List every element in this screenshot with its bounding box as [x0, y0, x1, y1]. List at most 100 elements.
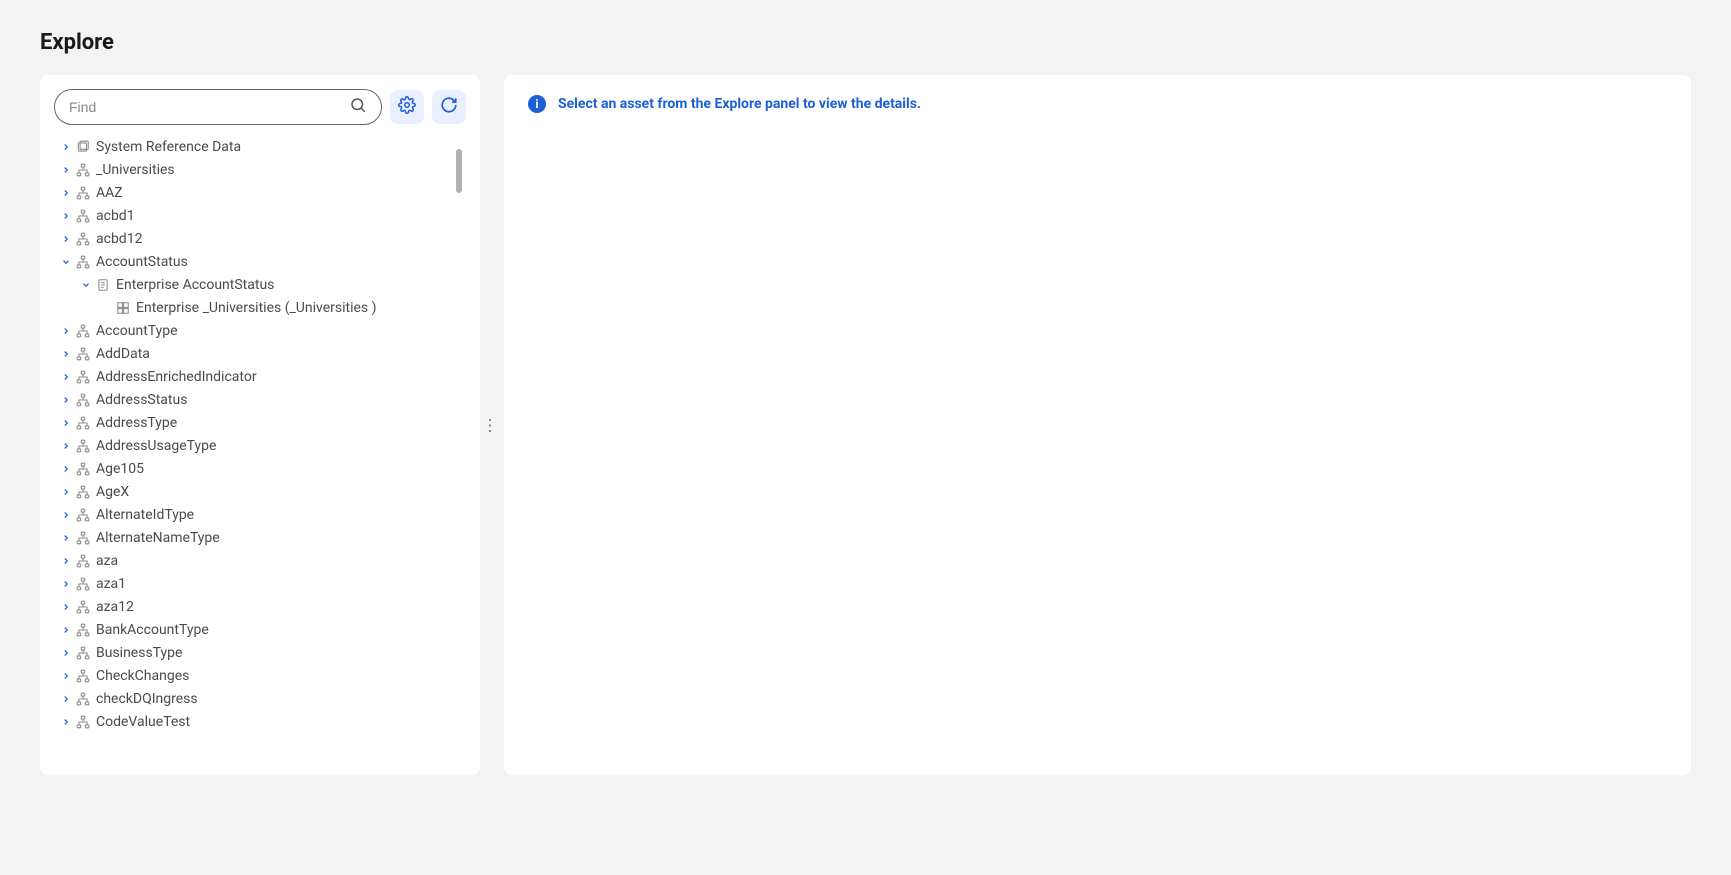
hier-icon — [74, 347, 92, 361]
hier-icon — [74, 669, 92, 683]
hier-icon — [74, 255, 92, 269]
hier-icon — [74, 370, 92, 384]
search-icon[interactable] — [349, 96, 367, 118]
hier-icon — [74, 623, 92, 637]
hier-icon — [74, 324, 92, 338]
tree-node-label: _Universities — [96, 162, 175, 178]
tree-node[interactable]: aza1 — [54, 572, 460, 595]
chevron-right-icon[interactable] — [58, 464, 74, 474]
tree-node-label: acbd12 — [96, 231, 142, 247]
chevron-right-icon[interactable] — [58, 395, 74, 405]
tree-node[interactable]: AddressStatus — [54, 388, 460, 411]
tree-node[interactable]: AccountType — [54, 319, 460, 342]
hier-icon — [74, 554, 92, 568]
tree-node[interactable]: _Universities — [54, 158, 460, 181]
chevron-right-icon[interactable] — [58, 694, 74, 704]
chevron-right-icon[interactable] — [58, 165, 74, 175]
tree-node-label: AlternateNameType — [96, 530, 220, 546]
chevron-right-icon[interactable] — [58, 441, 74, 451]
tree-node[interactable]: BusinessType — [54, 641, 460, 664]
chevron-right-icon[interactable] — [58, 579, 74, 589]
tree-node-label: AddressStatus — [96, 392, 187, 408]
chevron-right-icon[interactable] — [58, 418, 74, 428]
tree-node-label: AAZ — [96, 185, 123, 201]
tree-node[interactable]: AddData — [54, 342, 460, 365]
splitter-handle[interactable]: ⋮ — [482, 416, 498, 435]
chevron-right-icon[interactable] — [58, 211, 74, 221]
hier-icon — [74, 416, 92, 430]
scrollbar-thumb[interactable] — [456, 149, 462, 193]
chevron-right-icon[interactable] — [58, 625, 74, 635]
tree-node[interactable]: Age105 — [54, 457, 460, 480]
tree-node[interactable]: AlternateNameType — [54, 526, 460, 549]
tree-node[interactable]: AccountStatus — [54, 250, 460, 273]
chevron-right-icon[interactable] — [58, 602, 74, 612]
tree-node[interactable]: BankAccountType — [54, 618, 460, 641]
tree-node[interactable]: AAZ — [54, 181, 460, 204]
chevron-right-icon[interactable] — [58, 510, 74, 520]
chevron-right-icon[interactable] — [58, 326, 74, 336]
tree-node[interactable]: acbd1 — [54, 204, 460, 227]
doc-icon — [94, 278, 112, 292]
hier-icon — [74, 692, 92, 706]
tree-node-label: CodeValueTest — [96, 714, 190, 730]
tree-node-label: aza1 — [96, 576, 126, 592]
tree-node[interactable]: CodeValueTest — [54, 710, 460, 733]
chevron-right-icon[interactable] — [58, 533, 74, 543]
tree-node[interactable]: AddressType — [54, 411, 460, 434]
tree-node-label: AccountType — [96, 323, 178, 339]
chevron-right-icon[interactable] — [58, 142, 74, 152]
settings-button[interactable] — [390, 90, 424, 124]
tree-node[interactable]: AgeX — [54, 480, 460, 503]
page-title: Explore — [40, 0, 1691, 75]
tree-node[interactable]: AddressUsageType — [54, 434, 460, 457]
tree-node-label: BankAccountType — [96, 622, 209, 638]
tree[interactable]: System Reference Data _Universities AAZ acb… — [54, 135, 466, 761]
chevron-down-icon[interactable] — [58, 257, 74, 267]
tree-node[interactable]: aza12 — [54, 595, 460, 618]
tree-node-label: Enterprise AccountStatus — [116, 277, 274, 293]
hier-icon — [74, 186, 92, 200]
hier-icon — [74, 462, 92, 476]
info-icon: i — [528, 95, 546, 113]
tree-node[interactable]: AlternateIdType — [54, 503, 460, 526]
search-input[interactable] — [69, 99, 349, 115]
chevron-right-icon[interactable] — [58, 188, 74, 198]
tree-node-label: AddData — [96, 346, 150, 362]
tree-node[interactable]: Enterprise AccountStatus — [54, 273, 460, 296]
hier-icon — [74, 508, 92, 522]
chevron-right-icon[interactable] — [58, 556, 74, 566]
hier-icon — [74, 209, 92, 223]
explore-panel: System Reference Data _Universities AAZ acb… — [40, 75, 480, 775]
tree-node-label: acbd1 — [96, 208, 135, 224]
tree-node[interactable]: Enterprise _Universities (_Universities … — [54, 296, 460, 319]
tree-node-label: aza12 — [96, 599, 134, 615]
tree-node[interactable]: acbd12 — [54, 227, 460, 250]
tree-node[interactable]: CheckChanges — [54, 664, 460, 687]
folder-icon — [74, 140, 92, 154]
tree-node-label: AddressEnrichedIndicator — [96, 369, 257, 385]
details-panel: i Select an asset from the Explore panel… — [504, 75, 1691, 775]
tree-node-label: Age105 — [96, 461, 144, 477]
tree-node-label: AlternateIdType — [96, 507, 194, 523]
hier-icon — [74, 393, 92, 407]
tree-node[interactable]: checkDQIngress — [54, 687, 460, 710]
hier-icon — [74, 485, 92, 499]
tree-node[interactable]: System Reference Data — [54, 135, 460, 158]
chevron-right-icon[interactable] — [58, 349, 74, 359]
hier-icon — [74, 715, 92, 729]
refresh-button[interactable] — [432, 90, 466, 124]
tree-node-label: Enterprise _Universities (_Universities … — [136, 300, 377, 316]
chevron-right-icon[interactable] — [58, 234, 74, 244]
chevron-right-icon[interactable] — [58, 671, 74, 681]
info-message: Select an asset from the Explore panel t… — [558, 96, 921, 112]
chevron-down-icon[interactable] — [78, 280, 94, 290]
tree-node[interactable]: aza — [54, 549, 460, 572]
search-box[interactable] — [54, 89, 382, 125]
chevron-right-icon[interactable] — [58, 487, 74, 497]
tree-node[interactable]: AddressEnrichedIndicator — [54, 365, 460, 388]
chevron-right-icon[interactable] — [58, 648, 74, 658]
tree-node-label: AddressUsageType — [96, 438, 216, 454]
chevron-right-icon[interactable] — [58, 717, 74, 727]
chevron-right-icon[interactable] — [58, 372, 74, 382]
